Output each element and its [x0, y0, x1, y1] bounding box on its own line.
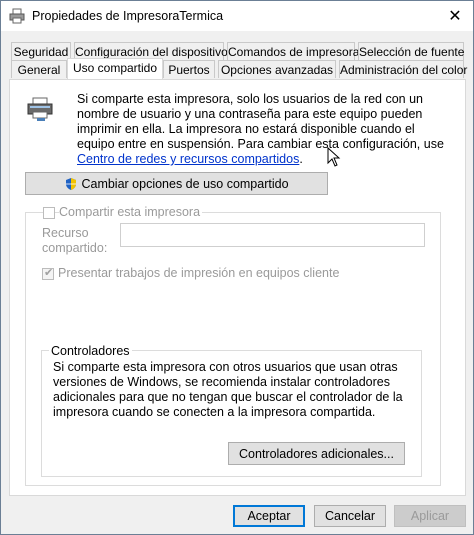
- sharing-info-end: .: [299, 152, 303, 166]
- network-center-link[interactable]: Centro de redes y recursos compartidos: [77, 152, 299, 166]
- sharing-info-text: Si comparte esta impresora, solo los usu…: [77, 92, 449, 167]
- tab-puertos[interactable]: Puertos: [163, 60, 215, 78]
- additional-drivers-button[interactable]: Controladores adicionales...: [228, 442, 405, 465]
- mouse-cursor-icon: [327, 147, 341, 167]
- shield-icon: [66, 177, 77, 190]
- close-icon: ✕: [448, 8, 462, 25]
- tab-administracion-color[interactable]: Administración del color: [339, 60, 467, 78]
- printer-icon: [9, 8, 25, 24]
- window-title: Propiedades de ImpresoraTermica: [32, 9, 224, 23]
- drivers-info-text: Si comparte esta impresora con otros usu…: [53, 360, 403, 419]
- resource-name-input[interactable]: [120, 223, 425, 247]
- title-bar[interactable]: Propiedades de ImpresoraTermica ✕: [1, 1, 473, 31]
- cancel-button[interactable]: Cancelar: [314, 505, 386, 527]
- properties-window: Propiedades de ImpresoraTermica ✕ Seguri…: [0, 0, 474, 535]
- apply-button[interactable]: Aplicar: [394, 505, 466, 527]
- tab-comandos-impresora[interactable]: Comandos de impresora: [227, 42, 359, 60]
- share-printer-label: Compartir esta impresora: [59, 205, 203, 219]
- tab-uso-compartido[interactable]: Uso compartido: [67, 58, 163, 79]
- change-sharing-options-label: Cambiar opciones de uso compartido: [81, 176, 289, 191]
- shared-printer-icon: [27, 97, 53, 121]
- tab-seleccion-fuente[interactable]: Selección de fuente: [358, 42, 464, 60]
- change-sharing-options-button[interactable]: Cambiar opciones de uso compartido: [25, 172, 328, 195]
- resource-label-line1: Recurso: [42, 226, 89, 240]
- render-jobs-label: Presentar trabajos de impresión en equip…: [58, 266, 340, 280]
- resource-label-line2: compartido:: [42, 241, 108, 255]
- checkmark-icon: ✔: [44, 267, 54, 279]
- tab-opciones-avanzadas[interactable]: Opciones avanzadas: [218, 60, 336, 78]
- render-jobs-checkbox[interactable]: ✔: [42, 267, 54, 280]
- sharing-info-body: Si comparte esta impresora, solo los usu…: [77, 92, 444, 151]
- drivers-group-title: Controladores: [49, 344, 132, 358]
- accept-button[interactable]: Aceptar: [233, 505, 305, 527]
- share-printer-checkbox[interactable]: [43, 207, 55, 219]
- tab-seguridad[interactable]: Seguridad: [11, 42, 71, 60]
- close-button[interactable]: ✕: [443, 5, 467, 27]
- tab-general[interactable]: General: [11, 60, 67, 78]
